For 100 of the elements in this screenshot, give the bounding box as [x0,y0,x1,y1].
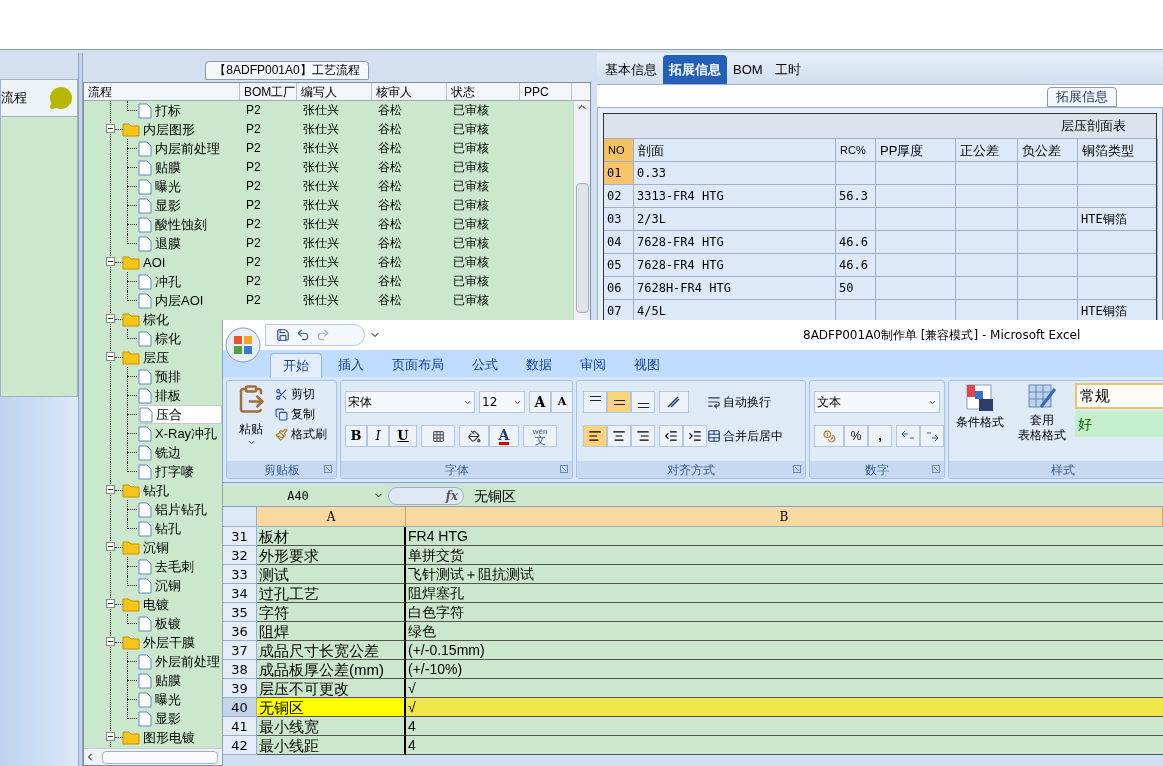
cell-style[interactable]: 常规 [1075,383,1163,409]
tree-item[interactable]: 外层前处理 [138,652,220,671]
column-header[interactable]: BOM工厂 [240,83,297,100]
dialog-launcher-icon[interactable] [793,465,801,473]
ribbon-tab[interactable]: 页面布局 [380,353,456,377]
tree-item[interactable]: 排板 [138,386,181,405]
row-header[interactable]: 35 [223,603,257,622]
vertical-scrollbar[interactable] [573,101,590,323]
dialog-launcher-icon[interactable] [560,465,568,473]
merge-center-button[interactable]: 合并后居中 [707,427,783,445]
italic-button[interactable]: I [367,425,389,447]
collapse-toggle[interactable] [106,599,115,608]
tree-item[interactable]: 显影 [138,709,181,728]
collapse-toggle[interactable] [106,637,115,646]
row-header[interactable]: 40 [223,698,257,717]
cell-style[interactable]: 好 [1075,411,1163,437]
tree-item[interactable]: 沉铜 [122,538,169,557]
collapse-toggle[interactable] [106,352,115,361]
grow-font-button[interactable]: A [529,391,551,413]
conditional-format-button[interactable]: 条件格式 [951,383,1009,431]
column-header[interactable]: 状态 [447,83,520,100]
column-header[interactable]: 负公差 [1018,139,1078,161]
tree-item[interactable]: 钻孔 [138,519,181,538]
shrink-font-button[interactable]: A [551,391,572,413]
column-header[interactable]: PP厚度 [876,139,956,161]
tree-item[interactable]: 棕化 [138,329,181,348]
tab[interactable]: 工时 [768,55,807,84]
dialog-launcher-icon[interactable] [324,465,332,473]
column-header[interactable]: 编写人 [297,83,372,100]
row-header[interactable]: 39 [223,679,257,698]
vertical-align-button[interactable] [583,391,607,413]
phonetic-button[interactable]: wén 文 [523,425,557,447]
tree-item[interactable]: 图形电镀 [122,728,195,747]
tree-item[interactable]: X-Ray冲孔 [138,424,218,443]
currency-button[interactable] [814,425,844,447]
cut-button[interactable]: 剪切 [275,385,327,403]
decrease-indent-button[interactable] [659,425,683,447]
tree-item[interactable]: 显影 [138,196,181,215]
tab[interactable]: 拓展信息 [663,55,727,84]
ribbon-tab[interactable]: 开始 [270,353,322,377]
tab[interactable]: 基本信息 [599,55,663,84]
column-header[interactable]: RC% [836,139,876,161]
tree-item[interactable]: 曝光 [138,690,181,709]
tree-item[interactable]: 钻孔 [122,481,169,500]
ribbon-tab[interactable]: 插入 [326,353,376,377]
row-header[interactable]: 33 [223,565,257,584]
tree-item[interactable]: AOI [122,253,166,272]
collapse-toggle[interactable] [106,542,115,551]
row-header[interactable]: 38 [223,660,257,679]
percent-button[interactable]: % [844,425,868,447]
vertical-align-button[interactable] [631,391,655,413]
increase-indent-button[interactable] [683,425,707,447]
row-header[interactable]: 41 [223,717,257,736]
font-size-dropdown[interactable]: 12 [479,391,525,413]
collapse-toggle[interactable] [106,314,115,323]
row-header[interactable]: 32 [223,546,257,565]
row-header[interactable]: 37 [223,641,257,660]
tree-item[interactable]: 电镀 [122,595,169,614]
ribbon-tab[interactable]: 公式 [460,353,510,377]
tree-item[interactable]: 铝片钻孔 [138,500,207,519]
tab[interactable]: BOM [727,55,769,84]
bold-button[interactable]: B [345,425,367,447]
collapse-toggle[interactable] [106,485,115,494]
tree-item[interactable]: 酸性蚀刻 [138,215,207,234]
dialog-launcher-icon[interactable] [932,465,940,473]
comma-button[interactable]: , [868,425,892,447]
font-color-button[interactable]: A [489,425,519,447]
row-header[interactable]: 31 [223,527,257,546]
row-header[interactable]: 42 [223,736,257,755]
underline-button[interactable]: U [389,425,417,447]
column-header[interactable]: 流程 [84,83,240,100]
tree-item[interactable]: 贴膜 [138,671,181,690]
tree-item[interactable]: 退膜 [138,234,181,253]
horizontal-align-button[interactable] [631,425,655,447]
collapse-toggle[interactable] [106,732,115,741]
tree-item[interactable]: 预排 [138,367,181,386]
undo-icon[interactable] [296,328,310,342]
row-header[interactable]: 36 [223,622,257,641]
column-header[interactable]: A [257,507,406,526]
column-header[interactable]: PPC [520,83,572,100]
copy-button[interactable]: 复制 [275,405,327,423]
font-name-dropdown[interactable]: 宋体 [345,391,475,413]
tree-item[interactable]: 内层AOI [138,291,204,310]
column-header[interactable]: 正公差 [956,139,1018,161]
number-format-dropdown[interactable]: 文本 [814,391,940,413]
tree-item[interactable]: 打字嘜 [138,462,194,481]
tree-item[interactable]: 曝光 [138,177,181,196]
wrap-text-button[interactable]: 自动换行 [707,393,771,411]
horizontal-align-button[interactable] [583,425,607,447]
column-header[interactable]: 铜箔类型 [1078,139,1158,161]
format-as-table-button[interactable]: 套用 表格格式 [1013,383,1071,443]
collapse-toggle[interactable] [106,257,115,266]
collapse-toggle[interactable] [106,124,115,133]
tree-item[interactable]: 沉铜 [138,576,181,595]
horizontal-align-button[interactable] [607,425,631,447]
tree-item[interactable]: 压合 [138,405,222,424]
column-header[interactable]: B [406,507,1163,526]
formula-button[interactable]: fx [388,486,464,505]
tree-item[interactable]: 贴膜 [138,158,181,177]
ribbon-tab[interactable]: 视图 [622,353,672,377]
